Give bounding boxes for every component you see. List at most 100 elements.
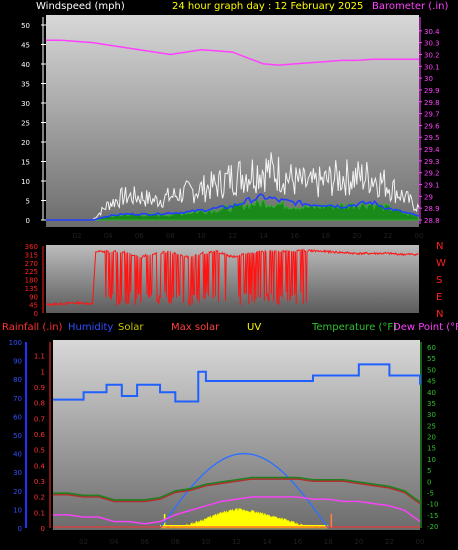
compass-label: W <box>436 258 446 269</box>
baro-tick-label: 29.1 <box>424 182 440 190</box>
humidity-tick-label: 80 <box>13 376 22 384</box>
wind-x-tick-label: 02 <box>73 232 82 240</box>
climate-plot-area <box>53 340 420 530</box>
climate-x-tick-label: 12 <box>232 538 241 546</box>
legend-uv: UV <box>247 322 261 333</box>
compass-label: S <box>436 275 442 286</box>
direction-tick-label: 45 <box>29 302 38 310</box>
rain-tick-label: 0.6 <box>34 431 46 439</box>
temp-tick-label: -15 <box>427 512 438 520</box>
rain-tick-label: 0.5 <box>34 447 45 455</box>
direction-tick-label: 0 <box>34 310 38 318</box>
temp-tick-label: 10 <box>427 456 436 464</box>
wind-tick-label: 30 <box>21 100 30 108</box>
climate-x-tick-label: 22 <box>385 538 394 546</box>
climate-x-tick-label: 00 <box>416 538 425 546</box>
chart-title: 24 hour graph day : 12 February 2025 <box>172 1 363 12</box>
climate-x-tick-label: 14 <box>263 538 272 546</box>
rain-tick-label: 0.3 <box>34 478 45 486</box>
baro-tick-label: 30.1 <box>424 63 440 71</box>
humidity-tick-label: 50 <box>13 432 22 440</box>
baro-tick-label: 29.3 <box>424 158 440 166</box>
baro-tick-label: 28.8 <box>424 217 440 225</box>
windspeed-label: Windspeed (mph) <box>36 1 125 12</box>
temp-tick-label: 40 <box>427 389 436 397</box>
temp-tick-label: 35 <box>427 400 436 408</box>
direction-tick-label: 315 <box>25 251 38 259</box>
wind-x-tick-label: 00 <box>415 232 424 240</box>
climate-x-tick-label: 20 <box>354 538 363 546</box>
rain-tick-label: 0.1 <box>34 509 45 517</box>
direction-tick-label: 135 <box>25 285 38 293</box>
climate-x-tick-label: 18 <box>324 538 333 546</box>
baro-tick-label: 30 <box>424 75 433 83</box>
compass-label: N <box>436 241 443 252</box>
wind-plot-area <box>46 15 419 227</box>
legend-humidity: Humidity <box>68 322 113 333</box>
wind-x-tick-label: 12 <box>228 232 237 240</box>
wind-tick-label: 15 <box>21 159 30 167</box>
wind-x-tick-label: 20 <box>352 232 361 240</box>
temp-tick-label: -10 <box>427 501 438 509</box>
baro-tick-label: 29.5 <box>424 134 440 142</box>
climate-x-tick-label: 10 <box>201 538 210 546</box>
wind-x-tick-label: 18 <box>321 232 330 240</box>
wind-x-tick-label: 08 <box>166 232 175 240</box>
baro-tick-label: 30.2 <box>424 51 440 59</box>
wind-tick-label: 5 <box>26 198 30 206</box>
wind-x-tick-label: 04 <box>104 232 113 240</box>
legend-rainfall: Rainfall (.in) <box>2 322 63 333</box>
direction-tick-label: 360 <box>25 243 38 251</box>
wind-tick-label: 40 <box>21 61 30 69</box>
baro-tick-label: 30.4 <box>424 28 440 36</box>
wind-tick-label: 50 <box>21 22 30 30</box>
humidity-tick-label: 40 <box>13 451 22 459</box>
humidity-tick-label: 70 <box>13 395 22 403</box>
wind-x-tick-label: 10 <box>197 232 206 240</box>
compass-label: N <box>436 309 443 320</box>
humidity-tick-label: 20 <box>13 488 22 496</box>
humidity-tick-label: 100 <box>9 339 22 347</box>
wind-tick-label: 0 <box>26 217 30 225</box>
wind-x-tick-label: 06 <box>135 232 144 240</box>
baro-tick-label: 29.2 <box>424 170 440 178</box>
rain-tick-label: 0.2 <box>34 494 45 502</box>
wind-x-tick-label: 22 <box>383 232 392 240</box>
climate-x-tick-label: 16 <box>293 538 302 546</box>
direction-tick-label: 225 <box>25 268 38 276</box>
temp-tick-label: 60 <box>427 344 436 352</box>
baro-tick-label: 29.9 <box>424 87 440 95</box>
direction-plot-area <box>46 245 419 313</box>
rain-tick-label: 0.7 <box>34 415 45 423</box>
wind-x-tick-label: 14 <box>259 232 268 240</box>
temp-tick-label: 5 <box>427 467 431 475</box>
rain-tick-label: 1.1 <box>34 353 45 361</box>
wind-tick-label: 35 <box>21 81 30 89</box>
temp-tick-label: 30 <box>427 411 436 419</box>
temp-tick-label: 45 <box>427 378 436 386</box>
rain-tick-label: 0.4 <box>34 462 46 470</box>
barometer-label: Barometer (.in) <box>372 1 448 12</box>
legend-dew-point: Dew Point (°F) <box>393 322 458 333</box>
rain-tick-label: 0.9 <box>34 384 45 392</box>
wind-tick-label: 10 <box>21 178 30 186</box>
compass-label: E <box>436 292 442 303</box>
temp-tick-label: -20 <box>427 523 438 531</box>
legend-max-solar: Max solar <box>171 322 220 333</box>
wind-tick-label: 25 <box>21 120 30 128</box>
wind-tick-label: 20 <box>21 139 30 147</box>
direction-tick-label: 270 <box>25 260 38 268</box>
baro-tick-label: 29.7 <box>424 111 440 119</box>
temp-tick-label: 50 <box>427 366 436 374</box>
temp-tick-label: 25 <box>427 422 436 430</box>
wind-tick-label: 45 <box>21 42 30 50</box>
baro-tick-label: 28.9 <box>424 205 440 213</box>
climate-x-tick-label: 06 <box>140 538 149 546</box>
weather-graph: Windspeed (mph) 24 hour graph day : 12 F… <box>2 1 458 546</box>
baro-tick-label: 29.4 <box>424 146 440 154</box>
rain-tick-label: 0 <box>41 525 45 533</box>
climate-x-tick-label: 08 <box>171 538 180 546</box>
temp-tick-label: 55 <box>427 355 436 363</box>
humidity-tick-label: 60 <box>13 413 22 421</box>
direction-tick-label: 90 <box>29 293 38 301</box>
